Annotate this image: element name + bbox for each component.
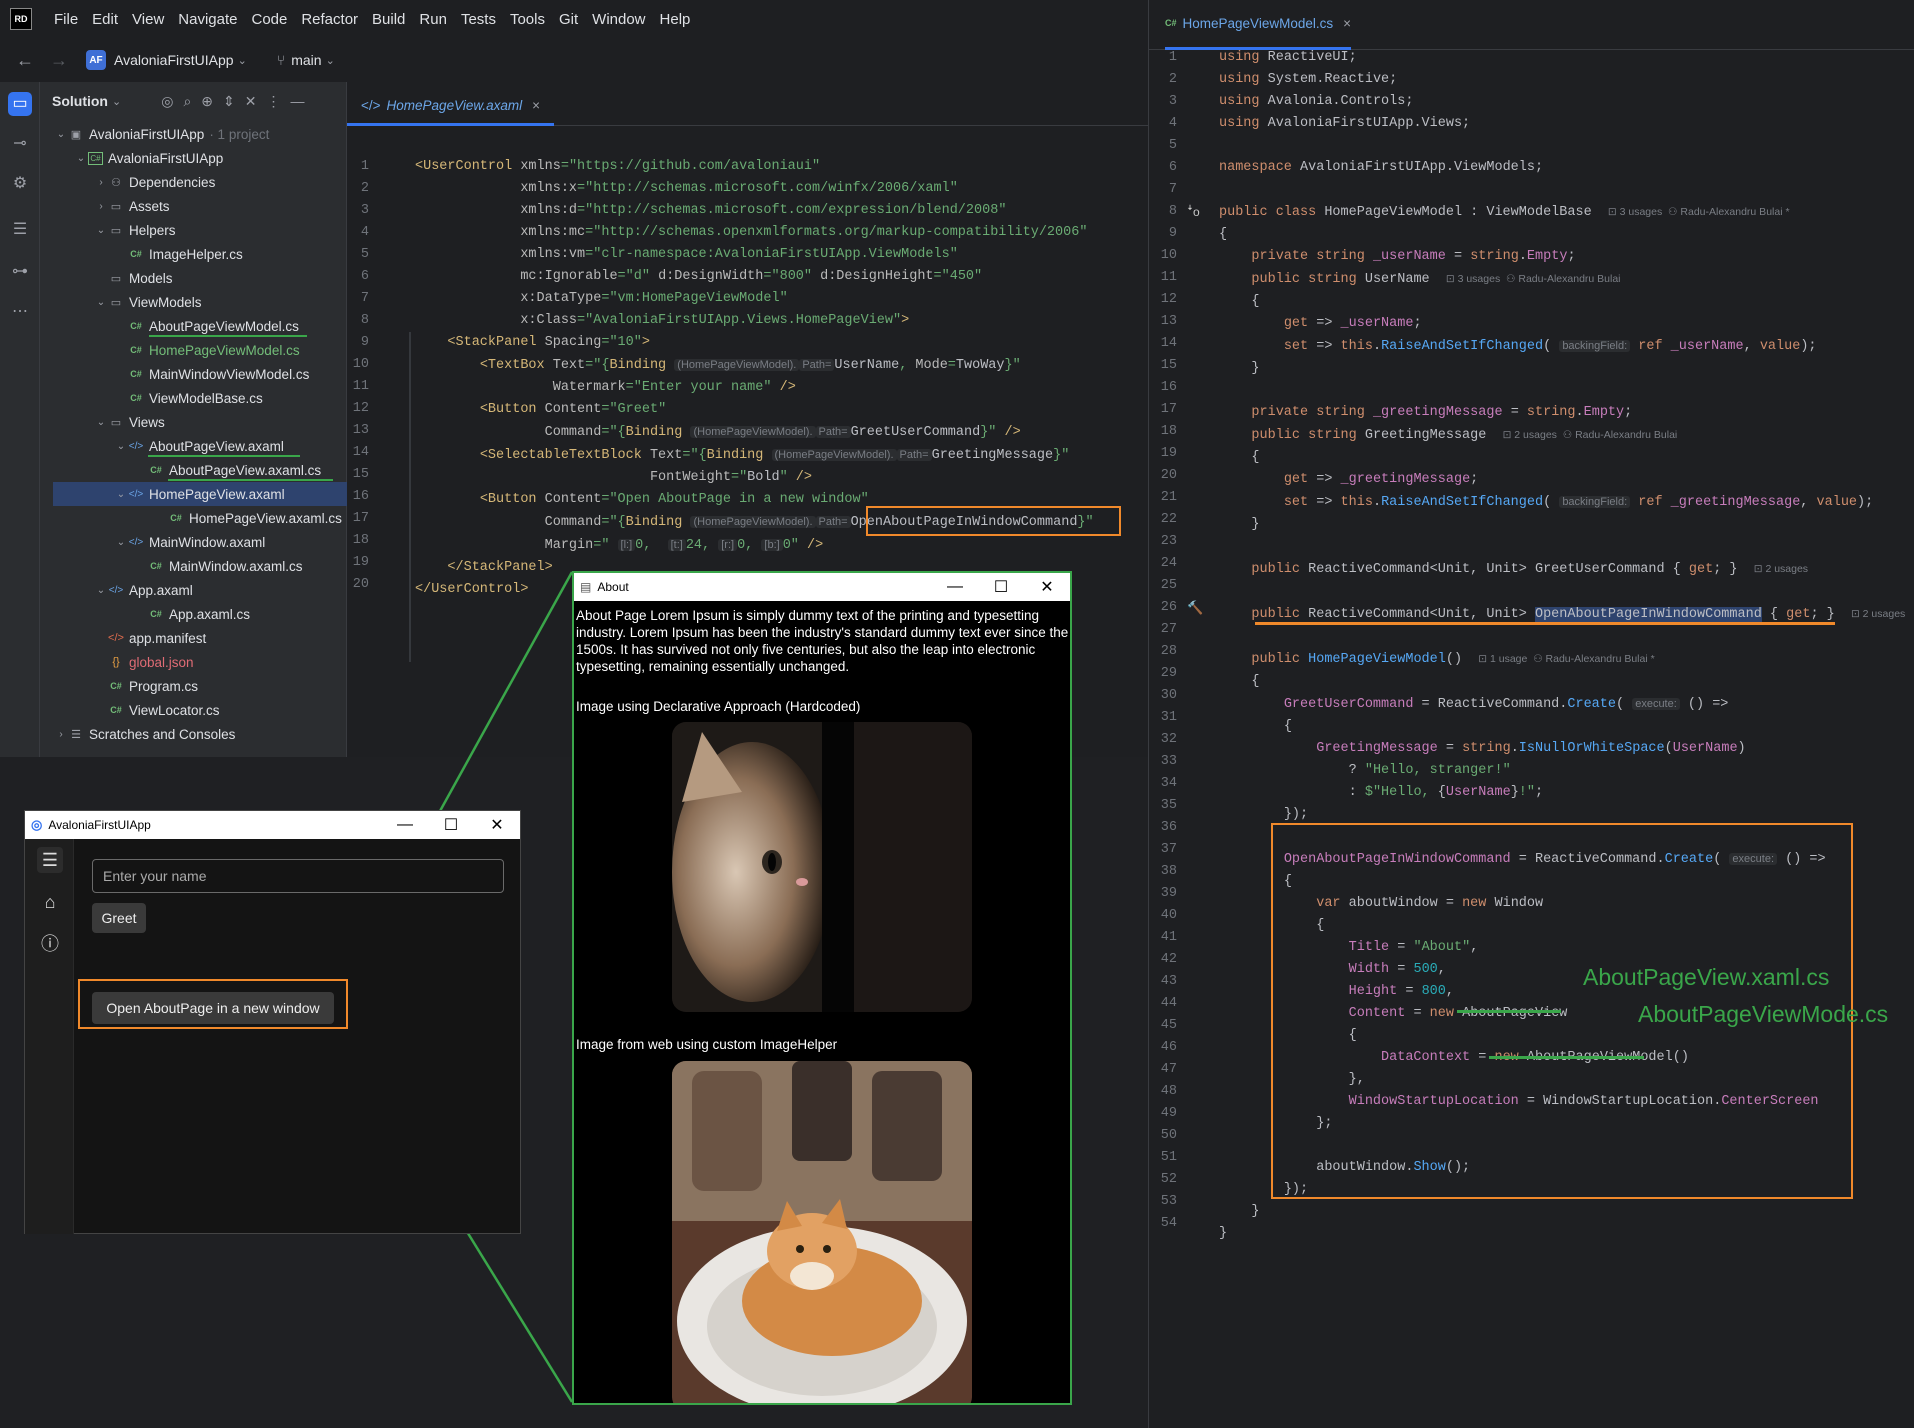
name-input[interactable]: Enter your name: [92, 859, 504, 893]
app-title: AvaloniaFirstUIApp: [48, 818, 151, 832]
about-body: About Page Lorem Ipsum is simply dummy t…: [576, 608, 1069, 674]
info-icon[interactable]: ⓘ: [37, 931, 63, 957]
app-sidebar: ☰ ⌂ ⓘ: [25, 839, 74, 1234]
caption-declarative: Image using Declarative Approach (Hardco…: [576, 699, 861, 714]
home-icon[interactable]: ⌂: [37, 889, 63, 915]
kitten-image: [672, 722, 972, 1012]
window-icon: ▤: [580, 580, 592, 594]
hamburger-icon[interactable]: ☰: [37, 847, 63, 873]
open-about-button[interactable]: Open AboutPage in a new window: [92, 992, 334, 1024]
close-icon[interactable]: ✕: [1024, 577, 1070, 597]
minimize-icon[interactable]: —: [382, 816, 428, 834]
minimize-icon[interactable]: —: [932, 578, 978, 596]
maximize-icon[interactable]: ☐: [978, 577, 1024, 597]
maximize-icon[interactable]: ☐: [428, 815, 474, 835]
cat-sink-image: [672, 1061, 972, 1403]
about-titlebar: ▤ About — ☐ ✕: [574, 573, 1070, 601]
greet-button[interactable]: Greet: [92, 903, 146, 933]
about-window: ▤ About — ☐ ✕ About Page Lorem Ipsum is …: [572, 571, 1072, 1405]
app-window: ◎ AvaloniaFirstUIApp — ☐ ✕ ☰ ⌂ ⓘ Enter y…: [24, 810, 521, 1234]
close-icon[interactable]: ✕: [474, 815, 520, 835]
about-title: About: [597, 580, 629, 594]
avalonia-logo-icon: ◎: [31, 817, 43, 832]
caption-web: Image from web using custom ImageHelper: [576, 1037, 838, 1052]
app-titlebar: ◎ AvaloniaFirstUIApp — ☐ ✕: [25, 811, 520, 839]
